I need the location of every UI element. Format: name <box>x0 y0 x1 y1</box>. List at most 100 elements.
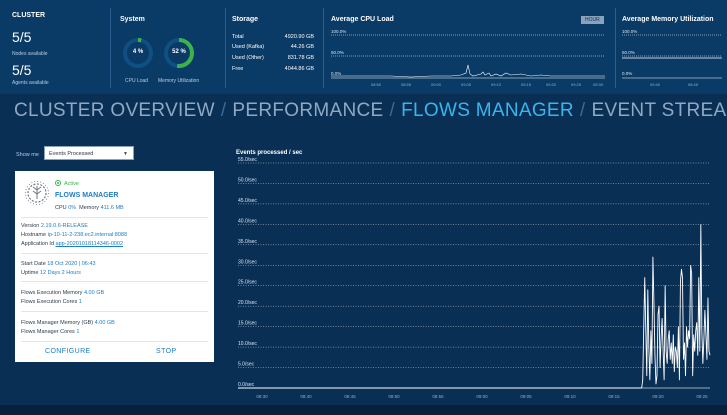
start-date-label: Start Date <box>21 261 46 267</box>
section-nav: CLUSTER OVERVIEW / PERFORMANCE / FLOWS MANAG… <box>14 100 727 122</box>
storage-value: 4044.86 GB <box>284 66 314 72</box>
memory-usage-value: 411.6 MB <box>100 205 124 211</box>
nav-separator: / <box>220 100 227 121</box>
stop-button[interactable]: STOP <box>156 348 177 355</box>
y-tick-label: 30.0/sec <box>238 259 257 265</box>
divider <box>615 8 616 88</box>
y-tick-label: 45.0/sec <box>238 198 257 204</box>
storage-value: 4920.90 GB <box>284 34 314 40</box>
footer-bar <box>0 405 727 415</box>
cpu-x-tick: 09:05 <box>461 82 472 87</box>
cpu-load-label: CPU Load <box>125 78 149 84</box>
exec-cores-row: Flows Execution Cores 1 <box>21 299 82 305</box>
y-tick-label: 40.0/sec <box>238 218 257 224</box>
manager-cores-row: Flows Manager Cores 1 <box>21 329 79 335</box>
manager-memory-value: 4.00 GB <box>94 320 115 326</box>
cpu-x-tick: 09:25 <box>571 82 582 87</box>
agents-count: 5/5 <box>12 62 32 78</box>
divider <box>21 311 208 312</box>
cpu-level-label: 50.0% <box>331 50 344 55</box>
cpu-load-value: 4 % <box>132 49 144 55</box>
cpu-load-gauge: 4 % <box>122 37 154 69</box>
divider <box>21 253 208 254</box>
x-tick-label: 09:20 <box>652 394 664 399</box>
hostname-row: Hostname ip-10-11-2-238.ec2.internal:808… <box>21 232 127 238</box>
flows-manager-logo-icon <box>23 179 51 207</box>
y-tick-label: 55.0/sec <box>238 157 257 163</box>
nav-separator: / <box>579 100 586 121</box>
exec-cores-value: 1 <box>78 299 82 305</box>
divider <box>21 281 208 282</box>
x-tick-label: 09:10 <box>564 394 576 399</box>
memory-x-tick: 09:40 <box>650 82 661 87</box>
storage-label: Used (Other) <box>232 55 264 61</box>
nav-performance[interactable]: PERFORMANCE <box>232 100 383 122</box>
agents-label: Agents available <box>12 80 49 86</box>
uptime-value: 12 Days 2 Hours <box>39 270 81 276</box>
cpu-x-tick: 09:00 <box>431 82 442 87</box>
start-date-row: Start Date 18 Oct 2020 | 06:43 <box>21 261 96 267</box>
configure-button[interactable]: CONFIGURE <box>45 348 91 355</box>
events-processed-plot: 55.0/sec 50.0/sec 45.0/sec 40.0/sec 35.0/sec… <box>238 157 711 399</box>
y-tick-label: 20.0/sec <box>238 300 257 306</box>
y-tick-label: 15.0/sec <box>238 321 257 327</box>
cpu-usage: CPU 0% Memory 411.6 MB <box>55 205 124 211</box>
y-tick-label: 10.0/sec <box>238 341 257 347</box>
memory-x-tick: 08:45 <box>688 82 699 87</box>
divider <box>225 8 226 88</box>
cpu-x-tick: 09:10 <box>491 82 502 87</box>
memory-utilization-label: Memory Utilization <box>158 78 200 84</box>
avg-cpu-title: Average CPU Load <box>331 16 394 23</box>
manager-memory-row: Flows Manager Memory (GB) 4.00 GB <box>21 320 115 326</box>
storage-label: Used (Kafka) <box>232 44 265 50</box>
avg-cpu-chart: 100.0% 50.0% 0.0% 08:50 08:55 09:00 09:0… <box>331 26 609 88</box>
nav-cluster-overview[interactable]: CLUSTER OVERVIEW <box>14 100 215 122</box>
storage-value: 44.26 GB <box>290 44 314 50</box>
cpu-x-tick: 08:50 <box>371 82 382 87</box>
metric-select[interactable]: Events Processed ▼ <box>44 146 134 160</box>
avg-memory-title: Average Memory Utilization <box>622 16 714 23</box>
nav-separator: / <box>389 100 396 121</box>
x-tick-label: 08:40 <box>300 394 312 399</box>
version-value: 2.19.0.6-RELEASE <box>40 223 88 229</box>
hostname-label: Hostname <box>21 232 47 238</box>
application-id-link[interactable]: app-20201018114346-0002 <box>56 241 124 247</box>
nav-event-streams[interactable]: EVENT STREAMS <box>592 100 727 122</box>
uptime-label: Uptime <box>21 270 39 276</box>
cpu-x-tick: 09:30 <box>593 82 604 87</box>
y-tick-label: 5.0/sec <box>238 362 255 368</box>
status-label: Active <box>64 181 79 187</box>
cpu-x-tick: 09:15 <box>521 82 532 87</box>
system-title: System <box>120 16 145 23</box>
avg-memory-chart: 100.0% 50.0% 0.0% 09:40 08:45 <box>622 26 722 88</box>
active-status-icon <box>55 180 61 186</box>
y-tick-label: 35.0/sec <box>238 239 257 245</box>
exec-cores-label: Flows Execution Cores <box>21 299 78 305</box>
x-tick-label: 08:45 <box>344 394 356 399</box>
hour-range-button[interactable]: HOUR <box>581 16 604 24</box>
x-tick-label: 08:30 <box>256 394 268 399</box>
memory-level-label: 0.0% <box>622 71 633 76</box>
storage-label: Total <box>232 34 244 40</box>
exec-memory-value: 4.00 GB <box>83 290 105 296</box>
version-label: Version <box>21 223 40 229</box>
application-id-row: Application Id app-20201018114346-0002 <box>21 241 123 247</box>
nav-flows-manager[interactable]: FLOWS MANAGER <box>401 100 574 122</box>
divider <box>323 8 324 88</box>
nodes-count: 5/5 <box>12 29 32 45</box>
cpu-load-line <box>331 64 605 78</box>
exec-memory-label: Flows Execution Memory <box>21 290 83 296</box>
cpu-x-tick: 09:20 <box>546 82 557 87</box>
storage-title: Storage <box>232 16 259 23</box>
memory-level-label: 50.0% <box>622 50 635 55</box>
manager-memory-label: Flows Manager Memory (GB) <box>21 320 94 326</box>
uptime-row: Uptime 12 Days 2 Hours <box>21 270 81 276</box>
chevron-down-icon: ▼ <box>123 151 128 157</box>
start-date-value: 18 Oct 2020 | 06:43 <box>47 261 96 267</box>
cluster-title: CLUSTER <box>12 12 46 19</box>
x-tick-label: 09:00 <box>476 394 488 399</box>
flows-manager-card: Active FLOWS MANAGER CPU 0% Memory 411.6… <box>15 171 214 362</box>
hostname-value: ip-10-11-2-238.ec2.internal:8088 <box>47 232 128 238</box>
storage-label: Free <box>232 66 244 72</box>
cpu-level-label: 0.0% <box>331 71 342 76</box>
